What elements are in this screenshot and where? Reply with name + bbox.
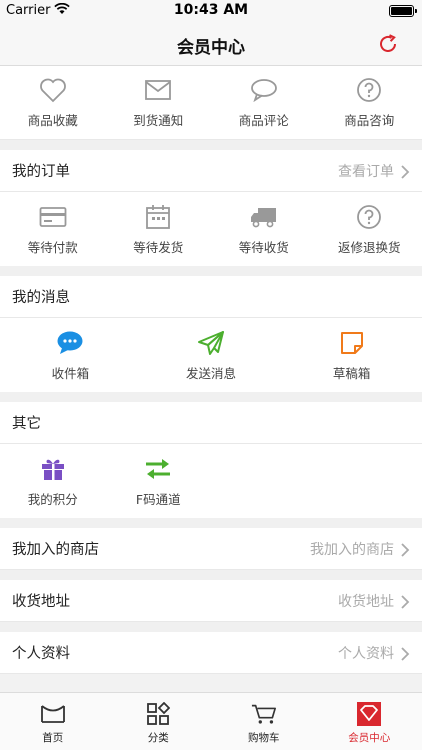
refresh-icon[interactable] [376,32,400,56]
battery-icon [389,5,417,17]
drafts-button[interactable]: 草稿箱 [281,318,422,392]
reviews-button[interactable]: 商品评论 [211,66,317,139]
joined-stores-value: 我加入的商店 [310,541,394,558]
swap-icon [144,455,172,483]
gift-icon [39,455,67,483]
member-icon [356,701,382,727]
home-icon [40,701,66,727]
divider [0,518,422,528]
send-message-label: 发送消息 [186,365,237,381]
shipping-address-row[interactable]: 收货地址 收货地址 [0,580,422,622]
other-row: 我的积分 F码通道 [0,444,422,518]
chevron-right-icon [400,542,410,557]
profile-row[interactable]: 个人资料 个人资料 [0,632,422,674]
inbox-button[interactable]: 收件箱 [0,318,141,392]
pending-payment-button[interactable]: 等待付款 [0,192,106,266]
pending-payment-label: 等待付款 [27,239,78,255]
heart-icon [39,76,67,104]
f-code-label: F码通道 [135,491,181,507]
truck-icon [250,203,278,231]
category-icon [145,701,171,727]
favorites-button[interactable]: 商品收藏 [0,66,106,139]
nav-bar: 会员中心 [0,22,422,66]
comment-icon [250,76,278,104]
f-code-button[interactable]: F码通道 [106,444,212,518]
shipping-address-title: 收货地址 [12,594,70,610]
tab-home[interactable]: 首页 [0,693,106,750]
pending-shipment-label: 等待发货 [133,239,184,255]
pending-receipt-button[interactable]: 等待收货 [211,192,317,266]
divider [0,622,422,632]
chevron-right-icon [400,646,410,661]
card-icon [39,203,67,231]
favorites-label: 商品收藏 [27,113,78,128]
mail-icon [144,76,172,104]
profile-title: 个人资料 [12,646,70,662]
pending-shipment-button[interactable]: 等待发货 [106,192,212,266]
my-orders-row[interactable]: 我的订单 查看订单 [0,150,422,192]
question-icon [355,203,383,231]
profile-value: 个人资料 [338,645,394,662]
my-points-label: 我的积分 [27,491,78,507]
send-message-button[interactable]: 发送消息 [141,318,282,392]
status-bar: Carrier 10:43 AM [0,0,422,22]
shipping-address-value: 收货地址 [338,593,394,610]
tab-home-label: 首页 [42,731,64,744]
returns-label: 返修退换货 [337,239,401,255]
tab-member-center-label: 会员中心 [348,731,391,744]
tab-category-label: 分类 [147,731,169,744]
inbox-label: 收件箱 [51,365,90,381]
arrival-notice-label: 到货通知 [133,113,184,128]
reviews-label: 商品评论 [238,113,289,128]
tab-member-center[interactable]: 会员中心 [317,693,422,750]
view-orders-link[interactable]: 查看订单 [338,161,394,181]
joined-stores-title: 我加入的商店 [12,542,99,558]
my-messages-header: 我的消息 [0,276,422,318]
inquiry-label: 商品咨询 [344,113,395,128]
tab-category[interactable]: 分类 [106,693,212,750]
clock: 10:43 AM [173,2,249,18]
divider [0,392,422,402]
arrival-notice-button[interactable]: 到货通知 [106,66,212,139]
messages-row: 收件箱 发送消息 草稿箱 [0,318,422,392]
order-status-row: 等待付款 等待发货 等待收货 返修退换货 [0,192,422,266]
chevron-right-icon [400,164,410,179]
page-title: 会员中心 [177,38,245,58]
tab-bar: 首页 分类 购物车 会员中心 [0,692,422,750]
other-header: 其它 [0,402,422,444]
draft-icon [338,329,366,357]
tab-cart[interactable]: 购物车 [211,693,317,750]
joined-stores-row[interactable]: 我加入的商店 我加入的商店 [0,528,422,570]
my-points-button[interactable]: 我的积分 [0,444,106,518]
quick-actions-row: 商品收藏 到货通知 商品评论 商品咨询 [0,66,422,140]
cart-icon [251,701,277,727]
returns-button[interactable]: 返修退换货 [317,192,422,266]
my-orders-title: 我的订单 [12,164,70,180]
calendar-icon [144,203,172,231]
divider [0,140,422,150]
chevron-right-icon [400,594,410,609]
divider [0,266,422,276]
drafts-label: 草稿箱 [332,365,371,381]
inquiry-button[interactable]: 商品咨询 [317,66,422,139]
tab-cart-label: 购物车 [248,731,280,744]
question-icon [355,76,383,104]
inbox-icon [56,329,84,357]
divider [0,570,422,580]
pending-receipt-label: 等待收货 [238,239,289,255]
send-icon [197,329,225,357]
